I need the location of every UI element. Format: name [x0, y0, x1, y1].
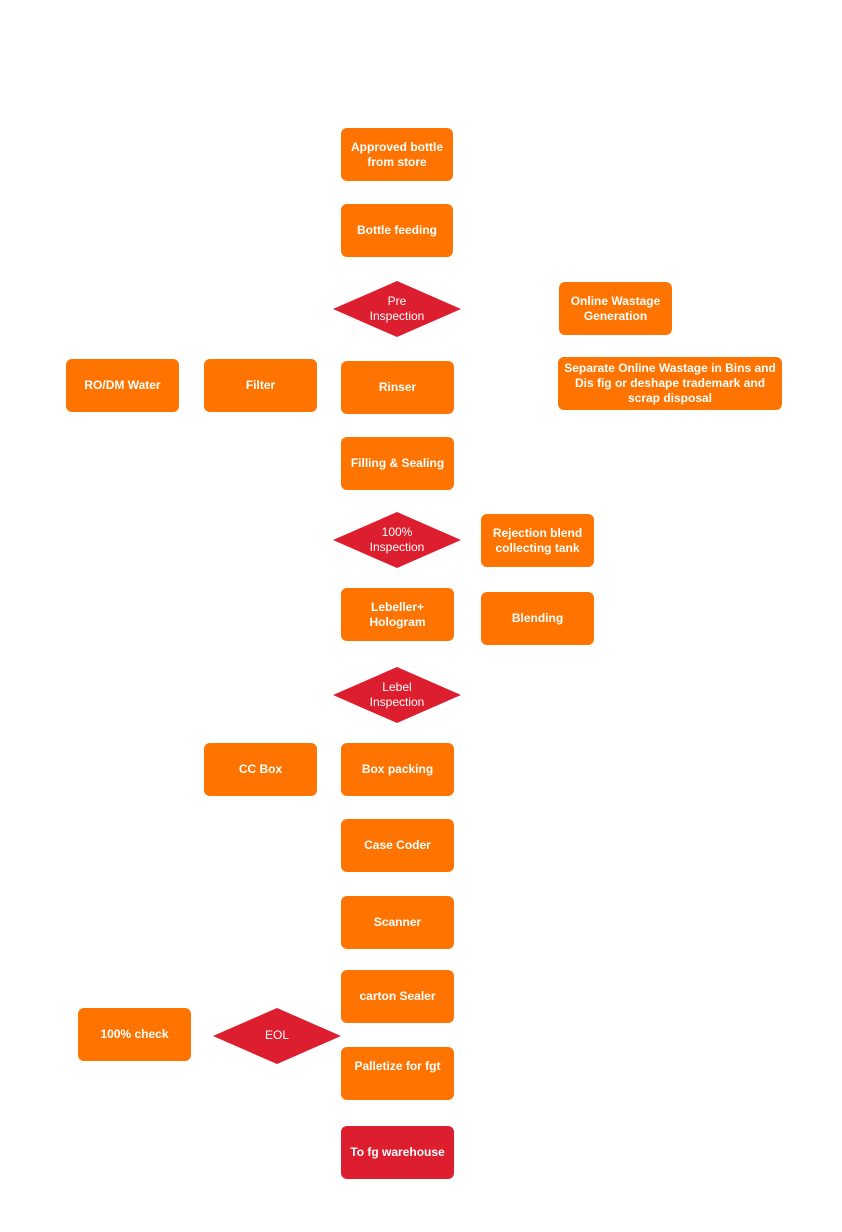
- decision-pre-inspection: Pre Inspection: [333, 281, 461, 337]
- terminal-to-fg-warehouse: To fg warehouse: [341, 1126, 454, 1179]
- step-palletize: Palletize for fgt: [341, 1047, 454, 1100]
- step-scanner: Scanner: [341, 896, 454, 949]
- step-labeller-hologram: Lebeller+ Hologram: [341, 588, 454, 641]
- step-bottle-feeding: Bottle feeding: [341, 204, 453, 257]
- step-rejection-blend: Rejection blend collecting tank: [481, 514, 594, 567]
- decision-100-inspection: 100% Inspection: [333, 512, 461, 568]
- step-filling-sealing: Filling & Sealing: [341, 437, 454, 490]
- step-filter: Filter: [204, 359, 317, 412]
- step-100-check: 100% check: [78, 1008, 191, 1061]
- step-case-coder: Case Coder: [341, 819, 454, 872]
- step-ro-dm-water: RO/DM Water: [66, 359, 179, 412]
- step-approved-bottle: Approved bottle from store: [341, 128, 453, 181]
- decision-label: Pre Inspection: [369, 294, 425, 323]
- step-cc-box: CC Box: [204, 743, 317, 796]
- decision-label: EOL: [264, 1028, 289, 1042]
- step-box-packing: Box packing: [341, 743, 454, 796]
- step-carton-sealer: carton Sealer: [341, 970, 454, 1023]
- step-online-wastage: Online Wastage Generation: [559, 282, 672, 335]
- decision-label: 100% Inspection: [369, 525, 425, 554]
- step-rinser: Rinser: [341, 361, 454, 414]
- step-separate-wastage: Separate Online Wastage in Bins and Dis …: [558, 357, 782, 410]
- decision-label: Lebel Inspection: [369, 680, 425, 709]
- decision-label-inspection: Lebel Inspection: [333, 667, 461, 723]
- step-blending: Blending: [481, 592, 594, 645]
- decision-eol: EOL: [213, 1008, 341, 1064]
